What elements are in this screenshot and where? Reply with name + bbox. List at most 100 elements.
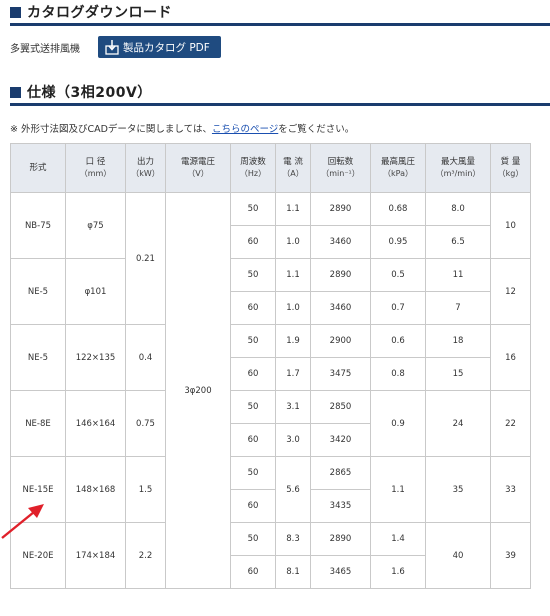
diameter-cell: φ101 — [65, 258, 126, 325]
current-cell: 1.0 — [275, 225, 311, 259]
frequency-cell: 50 — [230, 258, 276, 292]
current-cell: 8.1 — [275, 555, 311, 589]
red-arrow-icon — [1, 504, 44, 539]
table-row: NB-75 φ75 0.21 3φ200 50 1.1 2890 0.68 8.… — [10, 192, 531, 589]
rpm-cell: 2850 — [310, 390, 371, 424]
header-frequency: 周波数 （Hz） — [230, 143, 276, 193]
airflow-cell: 15 — [425, 357, 491, 391]
frequency-cell: 50 — [230, 522, 276, 556]
header-voltage: 電源電圧 （V） — [165, 143, 231, 193]
cad-page-link[interactable]: こちらのページ — [212, 124, 278, 135]
cad-note-prefix: ※ 外形寸法図及びCADデータに関しましては、 — [10, 124, 212, 135]
model-cell: NE-5 — [10, 258, 66, 325]
header-current: 電 流（A） — [275, 143, 311, 193]
airflow-cell: 35 — [425, 456, 491, 523]
current-cell: 1.9 — [275, 324, 311, 358]
spec-section-header: 仕様（3相200V） — [10, 80, 550, 106]
airflow-cell: 7 — [425, 291, 491, 325]
frequency-cell: 60 — [230, 357, 276, 391]
pressure-cell: 0.6 — [370, 324, 426, 358]
rpm-cell: 2900 — [310, 324, 371, 358]
airflow-cell: 11 — [425, 258, 491, 292]
airflow-cell: 24 — [425, 390, 491, 457]
model-cell: NB-75 — [10, 192, 66, 259]
spec-table: 形式 口 径（mm） 出力 （kW） 電源電圧 （V） 周波数 （Hz） 電 流（A）… — [10, 143, 531, 589]
pressure-cell: 1.4 — [370, 522, 426, 556]
product-type-label: 多翼式送排風機 — [10, 44, 80, 55]
frequency-cell: 60 — [230, 225, 276, 259]
weight-cell: 10 — [490, 192, 531, 259]
weight-cell: 22 — [490, 390, 531, 457]
current-cell: 1.1 — [275, 192, 311, 226]
catalog-section-title: カタログダウンロード — [27, 5, 172, 21]
catalog-section-header: カタログダウンロード — [10, 0, 550, 26]
output-cell: 1.5 — [125, 456, 166, 523]
table-row: NE-8E 146×164 0.75 50 3.1 2850 0.9 24 22 — [10, 390, 531, 457]
table-row: NE-20E 174×184 2.2 50 8.3 2890 1.4 40 39 — [10, 522, 531, 589]
download-icon — [105, 40, 119, 55]
header-pressure: 最高風圧 （kPa） — [370, 143, 426, 193]
rpm-cell: 3435 — [310, 489, 371, 523]
rpm-cell: 3460 — [310, 225, 371, 259]
diameter-cell: 146×164 — [65, 390, 126, 457]
current-cell: 1.7 — [275, 357, 311, 391]
frequency-cell: 50 — [230, 390, 276, 424]
current-cell: 5.6 — [275, 456, 311, 523]
pressure-cell: 1.1 — [370, 456, 426, 523]
weight-cell: 16 — [490, 324, 531, 391]
frequency-cell: 60 — [230, 489, 276, 523]
weight-cell: 12 — [490, 258, 531, 325]
spec-section-title: 仕様（3相200V） — [27, 85, 152, 101]
rpm-cell: 3465 — [310, 555, 371, 589]
model-cell: NE-5 — [10, 324, 66, 391]
current-cell: 3.1 — [275, 390, 311, 424]
header-output: 出力 （kW） — [125, 143, 166, 193]
table-row: NE-5 φ101 50 1.1 2890 0.5 11 12 — [10, 258, 531, 325]
cad-note-suffix: をご覧ください。 — [278, 124, 355, 135]
current-cell: 3.0 — [275, 423, 311, 457]
pressure-cell: 1.6 — [370, 555, 426, 589]
pressure-cell: 0.95 — [370, 225, 426, 259]
rpm-cell: 2890 — [310, 522, 371, 556]
header-weight: 質 量（kg） — [490, 143, 531, 193]
frequency-cell: 50 — [230, 456, 276, 490]
section-marker-icon — [10, 87, 21, 98]
weight-cell: 39 — [490, 522, 531, 589]
output-cell: 0.75 — [125, 390, 166, 457]
diameter-cell: 148×168 — [65, 456, 126, 523]
airflow-cell: 18 — [425, 324, 491, 358]
table-row: NE-15E 148×168 1.5 50 5.6 2865 1.1 35 33 — [10, 456, 531, 523]
frequency-cell: 50 — [230, 192, 276, 226]
frequency-cell: 60 — [230, 291, 276, 325]
rpm-cell: 3460 — [310, 291, 371, 325]
spec-header-row: 形式 口 径（mm） 出力 （kW） 電源電圧 （V） 周波数 （Hz） 電 流（A）… — [10, 143, 531, 193]
diameter-cell: 174×184 — [65, 522, 126, 589]
output-cell: 2.2 — [125, 522, 166, 589]
airflow-cell: 8.0 — [425, 192, 491, 226]
pressure-cell: 0.5 — [370, 258, 426, 292]
pressure-cell: 0.8 — [370, 357, 426, 391]
airflow-cell: 40 — [425, 522, 491, 589]
rpm-cell: 2865 — [310, 456, 371, 490]
catalog-pdf-button-label: 製品カタログ PDF — [123, 42, 210, 54]
rpm-cell: 3475 — [310, 357, 371, 391]
table-row: NE-5 122×135 0.4 50 1.9 2900 0.6 18 16 — [10, 324, 531, 391]
frequency-cell: 60 — [230, 555, 276, 589]
voltage-cell: 3φ200 — [165, 192, 231, 589]
header-airflow: 最大風量 （m³/min） — [425, 143, 491, 193]
rpm-cell: 2890 — [310, 192, 371, 226]
header-model: 形式 — [10, 143, 66, 193]
output-cell: 0.21 — [125, 192, 166, 325]
catalog-pdf-button[interactable]: 製品カタログ PDF — [98, 36, 221, 58]
frequency-cell: 60 — [230, 423, 276, 457]
pressure-cell: 0.68 — [370, 192, 426, 226]
header-rpm: 回転数 （min⁻¹） — [310, 143, 371, 193]
diameter-cell: 122×135 — [65, 324, 126, 391]
model-cell: NE-8E — [10, 390, 66, 457]
weight-cell: 33 — [490, 456, 531, 523]
rpm-cell: 2890 — [310, 258, 371, 292]
current-cell: 8.3 — [275, 522, 311, 556]
diameter-cell: φ75 — [65, 192, 126, 259]
current-cell: 1.1 — [275, 258, 311, 292]
pressure-cell: 0.7 — [370, 291, 426, 325]
